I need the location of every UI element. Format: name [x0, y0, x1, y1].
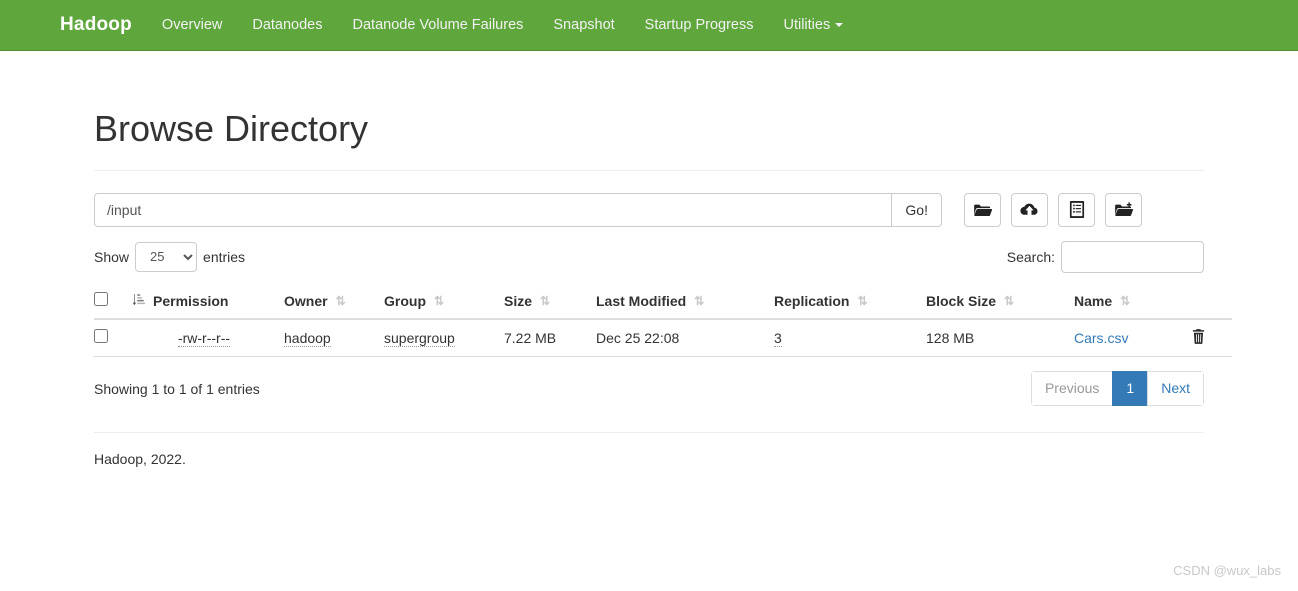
entries-per-page-select[interactable]: 25 10 50 100 — [135, 241, 198, 272]
sort-icon: ⇅ — [434, 293, 444, 308]
show-label: Show — [94, 248, 130, 265]
nav-label: Snapshot — [553, 17, 615, 33]
row-checkbox[interactable] — [94, 329, 108, 344]
table-row: -rw-r--r-- hadoop supergroup 7.22 MB Dec… — [94, 318, 1232, 357]
sort-icon: ⇅ — [694, 293, 704, 308]
column-label: Group — [384, 292, 426, 309]
cell-delete — [1192, 318, 1232, 357]
nav-item-utilities[interactable]: Utilities — [783, 17, 844, 33]
nav-item-datanodes[interactable]: Datanodes — [252, 17, 322, 33]
row-select-cell — [94, 318, 132, 357]
cell-owner: hadoop — [284, 318, 384, 357]
cut-paste-button[interactable] — [1058, 192, 1095, 227]
column-label: Permission — [153, 292, 229, 309]
cell-last-modified: Dec 25 22:08 — [596, 318, 774, 357]
navbar-brand[interactable]: Hadoop — [60, 14, 132, 36]
go-button[interactable]: Go! — [891, 192, 942, 227]
column-header-block-size[interactable]: Block Size ⇅ — [926, 283, 1074, 320]
pagination-next-button[interactable]: Next — [1147, 370, 1204, 407]
nav-label: Datanodes — [252, 17, 323, 33]
cell-size: 7.22 MB — [504, 318, 596, 357]
select-all-checkbox[interactable] — [94, 291, 108, 306]
new-folder-icon — [1114, 201, 1133, 218]
column-header-replication[interactable]: Replication ⇅ — [774, 283, 926, 320]
search-label: Search: — [1006, 248, 1055, 265]
table-info: Showing 1 to 1 of 1 entries — [94, 380, 260, 397]
entries-label: entries — [203, 248, 246, 265]
nav-item-startup-progress[interactable]: Startup Progress — [645, 17, 754, 33]
nav-label: Overview — [161, 17, 223, 33]
column-header-actions — [1192, 283, 1232, 320]
clipboard-list-icon — [1069, 201, 1085, 219]
cell-group: supergroup — [384, 318, 504, 357]
permission-value[interactable]: -rw-r--r-- — [177, 329, 231, 347]
watermark: CSDN @wux_labs — [1173, 563, 1281, 578]
cell-replication: 3 — [774, 318, 926, 357]
directory-path-input[interactable] — [94, 192, 892, 227]
cell-block-size: 128 MB — [926, 318, 1074, 357]
column-label: Size — [504, 292, 533, 309]
page-length-control: Show 25 10 50 100 entries — [94, 241, 246, 272]
nav-item-overview[interactable]: Overview — [162, 17, 222, 33]
table-footer: Showing 1 to 1 of 1 entries Previous 1 N… — [94, 370, 1204, 407]
path-bar: Go! — [94, 192, 1204, 227]
table-controls: Show 25 10 50 100 entries Search: — [94, 240, 1204, 273]
page-title: Browse Directory — [94, 108, 369, 149]
column-label: Last Modified — [596, 292, 687, 309]
directory-action-buttons — [964, 192, 1142, 227]
pagination: Previous 1 Next — [1030, 370, 1204, 407]
upload-files-button[interactable] — [1011, 192, 1048, 227]
owner-value[interactable]: hadoop — [284, 329, 331, 347]
cell-name: Cars.csv — [1074, 318, 1192, 357]
table-head: Permission Owner ⇅ Group ⇅ Size ⇅ Last M… — [94, 283, 1232, 320]
open-folder-icon — [973, 202, 992, 218]
column-header-size[interactable]: Size ⇅ — [504, 283, 596, 320]
column-header-select-all — [94, 283, 132, 320]
sort-icon: ⇅ — [857, 293, 867, 308]
pagination-previous-button[interactable]: Previous — [1030, 370, 1113, 407]
file-name-link[interactable]: Cars.csv — [1074, 330, 1128, 346]
search-control: Search: — [1006, 240, 1204, 273]
footer-divider — [94, 432, 1204, 434]
cell-permission: -rw-r--r-- — [132, 318, 284, 357]
group-value[interactable]: supergroup — [384, 329, 455, 347]
table-header-row: Permission Owner ⇅ Group ⇅ Size ⇅ Last M… — [94, 283, 1232, 320]
column-header-last-modified[interactable]: Last Modified ⇅ — [596, 283, 774, 320]
chevron-down-icon — [835, 23, 844, 28]
nav-label: Datanode Volume Failures — [352, 17, 524, 33]
create-directory-button[interactable] — [1105, 192, 1142, 227]
open-folder-button[interactable] — [964, 192, 1001, 227]
column-label: Name — [1074, 292, 1113, 309]
sort-icon: ⇅ — [1120, 293, 1130, 308]
table-body: -rw-r--r-- hadoop supergroup 7.22 MB Dec… — [94, 318, 1232, 357]
page-container: Browse Directory Go! — [79, 108, 1232, 468]
top-navbar: Hadoop Overview Datanodes Datanode Volum… — [0, 0, 1298, 51]
sort-amount-desc-icon — [132, 293, 145, 309]
column-label: Block Size — [926, 292, 997, 309]
column-header-permission[interactable]: Permission — [132, 283, 284, 320]
title-divider — [94, 169, 1204, 171]
column-header-name[interactable]: Name ⇅ — [1074, 283, 1192, 320]
nav-label: Utilities — [783, 17, 831, 33]
sort-icon: ⇅ — [335, 293, 346, 308]
column-header-owner[interactable]: Owner ⇅ — [284, 283, 384, 320]
delete-file-button[interactable] — [1192, 328, 1205, 344]
nav-item-datanode-volume-failures[interactable]: Datanode Volume Failures — [353, 17, 524, 33]
column-label: Replication — [774, 292, 850, 309]
pagination-page-1-button[interactable]: 1 — [1112, 370, 1148, 407]
sort-icon: ⇅ — [1004, 293, 1014, 308]
column-label: Owner — [284, 292, 328, 309]
nav-label: Startup Progress — [644, 17, 754, 33]
sort-icon: ⇅ — [540, 293, 550, 308]
column-header-group[interactable]: Group ⇅ — [384, 283, 504, 320]
upload-file-icon — [1020, 201, 1039, 218]
trash-icon — [1192, 328, 1205, 344]
replication-value[interactable]: 3 — [774, 329, 782, 347]
page-footer-text: Hadoop, 2022. — [94, 451, 186, 468]
file-listing-table: Permission Owner ⇅ Group ⇅ Size ⇅ Last M… — [94, 283, 1232, 357]
nav-item-snapshot[interactable]: Snapshot — [553, 17, 614, 33]
path-input-group: Go! — [94, 192, 942, 227]
search-input[interactable] — [1061, 240, 1204, 273]
